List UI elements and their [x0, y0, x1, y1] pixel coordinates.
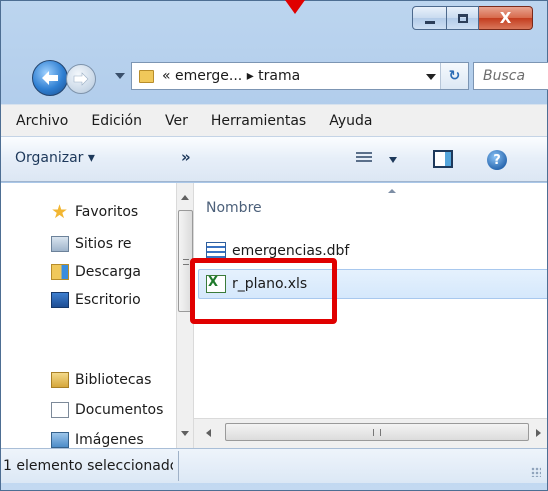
- close-icon: X: [499, 9, 512, 27]
- address-dropdown[interactable]: [426, 74, 436, 80]
- search-input[interactable]: Busca: [473, 62, 548, 90]
- scroll-up-arrow[interactable]: [181, 195, 189, 200]
- scroll-down-arrow[interactable]: [181, 431, 189, 436]
- organize-button[interactable]: Organizar ▾: [15, 150, 95, 166]
- view-dropdown[interactable]: [389, 157, 397, 163]
- maximize-button[interactable]: [447, 6, 479, 30]
- forward-arrow-icon: [73, 72, 89, 86]
- nav-libraries-label: Bibliotecas: [75, 372, 152, 388]
- address-path[interactable]: « emerge... ▸ trama: [162, 68, 300, 84]
- documents-icon: [51, 402, 69, 418]
- more-commands-button[interactable]: »: [181, 148, 191, 166]
- nav-item-label: Escritorio: [75, 292, 141, 308]
- status-divider: [178, 451, 179, 481]
- nav-item-label: Documentos: [75, 402, 164, 418]
- status-text: 1 elemento seleccionado: [3, 458, 173, 474]
- caption-buttons: X: [412, 6, 533, 30]
- menu-bar: Archivo Edición Ver Herramientas Ayuda: [1, 104, 547, 136]
- annotation-arrow: [285, 0, 305, 14]
- file-name: emergencias.dbf: [232, 243, 350, 259]
- menu-ver[interactable]: Ver: [165, 113, 188, 129]
- scroll-grip: [183, 259, 189, 265]
- desktop-icon: [51, 292, 69, 308]
- sites-icon: [51, 236, 69, 252]
- menu-edicion[interactable]: Edición: [91, 113, 142, 129]
- organize-label: Organizar ▾: [15, 150, 95, 166]
- menu-ayuda[interactable]: Ayuda: [329, 113, 372, 129]
- column-header-name[interactable]: Nombre: [206, 200, 262, 216]
- libraries-icon: [51, 372, 69, 388]
- back-arrow-icon: [42, 71, 58, 85]
- help-icon[interactable]: ?: [487, 150, 507, 170]
- menu-herramientas[interactable]: Herramientas: [211, 113, 306, 129]
- minimize-button[interactable]: [412, 6, 447, 30]
- menu-archivo[interactable]: Archivo: [16, 113, 68, 129]
- resize-grip-icon[interactable]: [531, 467, 541, 477]
- nav-item-label: Sitios re: [75, 236, 132, 252]
- annotation-highlight-box: [190, 258, 337, 324]
- recent-pages-dropdown[interactable]: [115, 73, 125, 79]
- back-button[interactable]: [32, 60, 68, 96]
- downloads-icon: [51, 264, 69, 280]
- nav-item-label: Descarga: [75, 264, 141, 280]
- scroll-left-arrow[interactable]: [206, 429, 211, 437]
- refresh-button[interactable]: ↻: [440, 63, 468, 89]
- nav-favorites-label: Favoritos: [75, 204, 139, 220]
- horizontal-scroll-thumb[interactable]: [225, 423, 529, 441]
- star-icon: ★: [51, 201, 69, 223]
- folder-icon: [139, 69, 154, 83]
- forward-button[interactable]: [66, 64, 96, 94]
- minimize-icon: [424, 20, 435, 24]
- sort-ascending-icon: [388, 189, 396, 193]
- images-icon: [51, 432, 69, 448]
- address-bar[interactable]: « emerge... ▸ trama ↻: [131, 62, 469, 90]
- nav-item-label: Imágenes: [75, 432, 144, 448]
- status-bar: 1 elemento seleccionado: [1, 448, 547, 483]
- command-bar: Organizar ▾ » ?: [1, 136, 547, 182]
- scroll-right-arrow[interactable]: [536, 429, 541, 437]
- navigation-pane: ★ Favoritos Sitios re Descarga Escritori…: [1, 183, 176, 448]
- refresh-icon: ↻: [448, 68, 461, 84]
- preview-pane-icon[interactable]: [433, 150, 453, 168]
- scroll-grip: [373, 429, 381, 436]
- maximize-icon: [457, 13, 468, 23]
- view-options-icon[interactable]: [356, 152, 372, 166]
- search-placeholder: Busca: [483, 68, 526, 84]
- close-button[interactable]: X: [479, 6, 533, 30]
- horizontal-scrollbar[interactable]: [194, 418, 547, 448]
